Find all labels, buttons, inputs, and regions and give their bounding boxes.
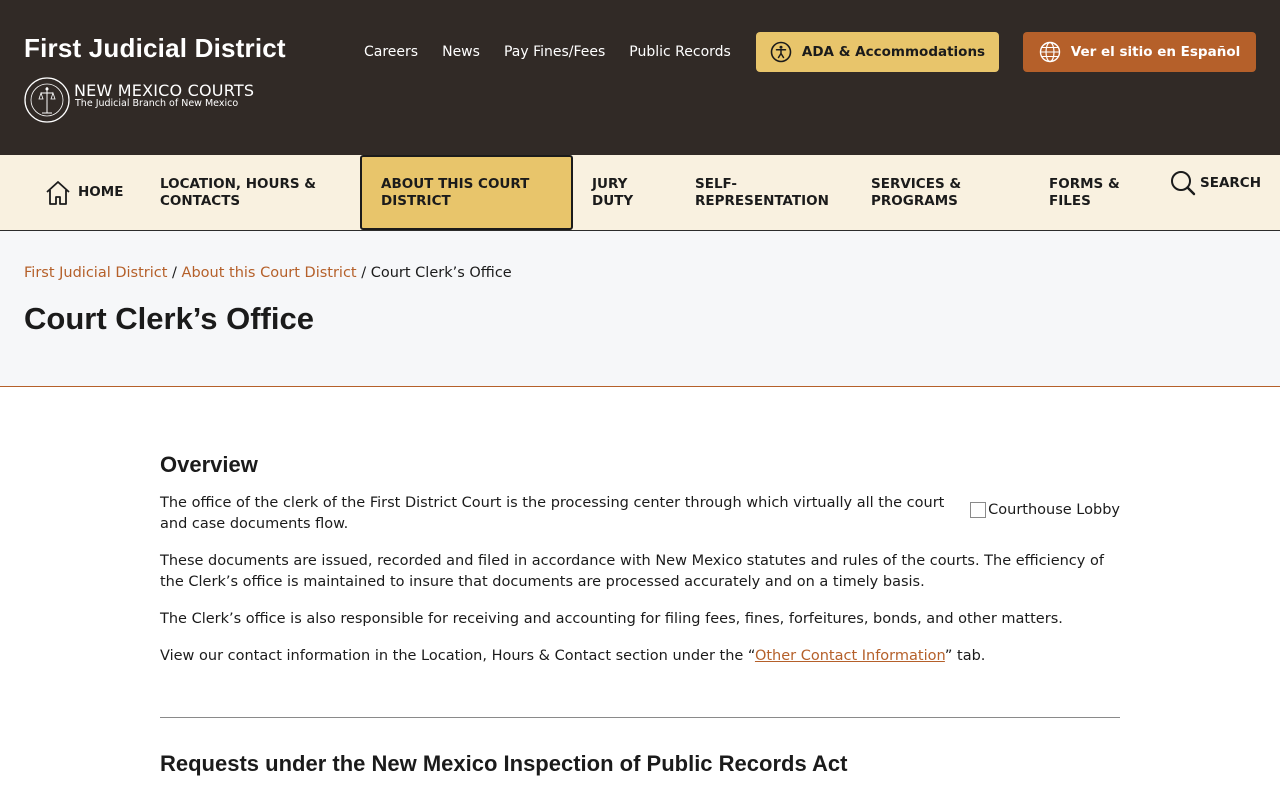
nav-item-self-representation[interactable]: SELF- REPRESENTATION: [695, 155, 829, 230]
breadcrumb-current: Court Clerk’s Office: [370, 265, 512, 281]
breadcrumb-separator: /: [356, 265, 371, 281]
overview-paragraph-3: The Clerk’s office is also responsible f…: [160, 611, 1063, 627]
page-title: Court Clerk’s Office: [24, 301, 314, 336]
nav-location-label-line2: CONTACTS: [160, 192, 241, 209]
news-link[interactable]: News: [442, 44, 480, 60]
nav-forms-label-line2: FILES: [1049, 192, 1091, 209]
overview-paragraph-1: The office of the clerk of the First Dis…: [160, 495, 945, 532]
main-content: Overview Courthouse Lobby The office of …: [160, 452, 1120, 667]
nav-item-services[interactable]: SERVICES & PROGRAMS: [871, 155, 961, 230]
nav-location-label-line1: LOCATION, HOURS &: [160, 175, 317, 192]
public-records-link[interactable]: Public Records: [629, 44, 731, 60]
nav-jury-label-line1: JURY: [592, 175, 628, 192]
nav-about-label-line1: ABOUT THIS COURT: [381, 175, 530, 192]
nav-home-label: HOME: [78, 184, 124, 200]
accessibility-icon: [770, 41, 792, 63]
nav-self-label-line1: SELF-: [695, 175, 737, 192]
nav-self-label-line2: REPRESENTATION: [695, 192, 829, 209]
other-contact-information-link[interactable]: Other Contact Information: [755, 648, 945, 664]
nav-forms-label-line1: FORMS &: [1049, 175, 1120, 192]
nav-item-about[interactable]: ABOUT THIS COURT DISTRICT: [360, 155, 573, 230]
breadcrumb: First Judicial District / About this Cou…: [24, 265, 512, 281]
careers-link[interactable]: Careers: [364, 44, 418, 60]
courthouse-lobby-image: Courthouse Lobby: [970, 502, 1120, 518]
nav-item-location[interactable]: LOCATION, HOURS & CONTACTS: [160, 155, 316, 230]
courts-subtitle: The Judicial Branch of New Mexico: [75, 98, 239, 109]
nav-item-forms[interactable]: FORMS & FILES: [1049, 155, 1120, 230]
contact-text-after: ” tab.: [944, 648, 986, 664]
overview-paragraph-4: View our contact information in the Loca…: [160, 646, 1120, 667]
home-icon: [46, 180, 70, 205]
spanish-site-button[interactable]: Ver el sitio en Español: [1023, 32, 1256, 72]
breadcrumb-separator: /: [167, 265, 182, 281]
overview-paragraph-2: These documents are issued, recorded and…: [160, 553, 1104, 590]
main-nav: HOME LOCATION, HOURS & CONTACTS ABOUT THI…: [0, 155, 1280, 231]
image-alt-text: Courthouse Lobby: [988, 502, 1120, 518]
ada-accommodations-button[interactable]: ADA & Accommodations: [756, 32, 999, 72]
nav-item-home[interactable]: HOME: [44, 155, 123, 230]
nav-jury-label-line2: DUTY: [592, 192, 634, 209]
nav-item-search[interactable]: SEARCH: [1170, 155, 1261, 211]
nav-services-label-line2: PROGRAMS: [871, 192, 958, 209]
records-heading: Requests under the New Mexico Inspection…: [160, 751, 848, 776]
site-header: First Judicial District NEW MEXICO COURT…: [0, 0, 1280, 155]
nav-search-label: SEARCH: [1200, 174, 1261, 191]
section-divider: [160, 717, 1120, 718]
court-seal-icon[interactable]: [24, 77, 70, 123]
spanish-label: Ver el sitio en Español: [1070, 44, 1241, 60]
search-icon: [1171, 171, 1196, 196]
pay-fines-link[interactable]: Pay Fines/Fees: [504, 44, 605, 60]
utility-links: Careers News Pay Fines/Fees Public Recor…: [364, 44, 755, 60]
breadcrumb-home-link[interactable]: First Judicial District: [24, 265, 167, 281]
breadcrumb-about-link[interactable]: About this Court District: [182, 265, 357, 281]
site-title[interactable]: First Judicial District: [24, 33, 286, 64]
globe-icon: [1039, 41, 1060, 63]
overview-heading: Overview: [160, 452, 258, 477]
contact-text-before: View our contact information in the Loca…: [160, 648, 755, 664]
nav-item-jury[interactable]: JURY DUTY: [592, 155, 633, 230]
broken-image-icon: [970, 502, 987, 518]
nav-services-label-line1: SERVICES &: [871, 175, 962, 192]
nav-about-label-line2: DISTRICT: [381, 192, 451, 209]
ada-label: ADA & Accommodations: [801, 44, 986, 60]
page-header-band: First Judicial District / About this Cou…: [0, 231, 1280, 387]
